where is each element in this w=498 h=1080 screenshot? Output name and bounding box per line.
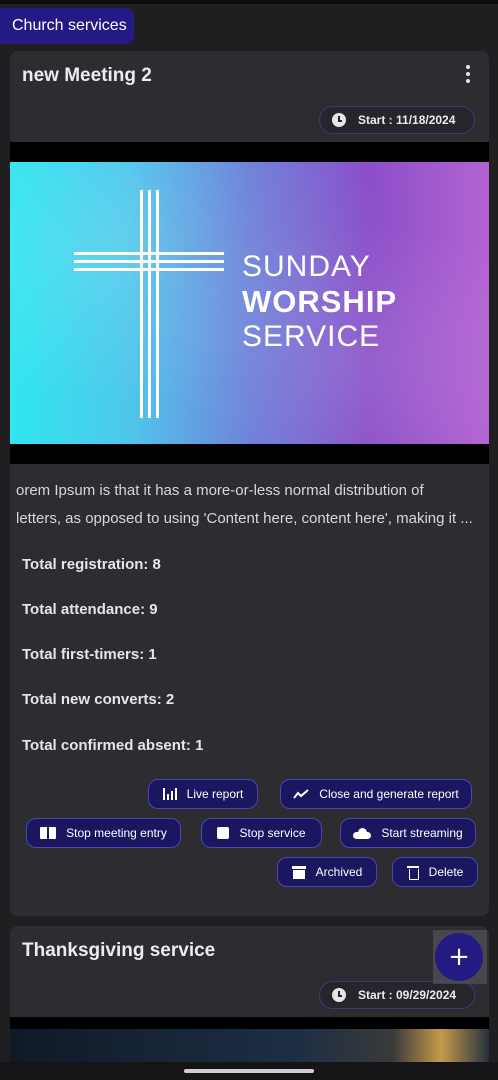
- delete-button[interactable]: Delete: [392, 857, 478, 887]
- meeting-description: orem Ipsum is that it has a more-or-less…: [16, 482, 473, 527]
- book-icon: [40, 827, 57, 839]
- start-date-label: Start : 09/29/2024: [358, 988, 457, 1002]
- cross-graphic: [148, 190, 151, 418]
- stat-attendance: Total attendance: 9: [22, 601, 158, 618]
- start-date-label: Start : 11/18/2024: [358, 113, 456, 127]
- page-title-chip[interactable]: Church services: [0, 8, 134, 44]
- bar-chart-icon: [162, 788, 177, 800]
- meeting-title: Thanksgiving service: [22, 940, 216, 961]
- clock-icon: [332, 113, 346, 127]
- trash-icon: [406, 865, 419, 880]
- banner-text-line2: WORSHIP: [242, 284, 398, 319]
- start-date-chip: Start : 11/18/2024: [319, 106, 475, 134]
- stop-service-button[interactable]: Stop service: [201, 818, 322, 848]
- more-options-icon[interactable]: [465, 65, 471, 83]
- banner-text-line1: SUNDAY: [242, 250, 371, 283]
- stat-registration: Total registration: 8: [22, 556, 161, 573]
- live-report-button[interactable]: Live report: [148, 779, 258, 809]
- meeting-banner: SUNDAY WORSHIP SERVICE: [10, 142, 489, 464]
- archive-icon: [291, 865, 306, 879]
- meeting-card[interactable]: new Meeting 2 Start : 11/18/2024 SUNDAY …: [10, 51, 489, 916]
- start-date-chip: Start : 09/29/2024: [319, 981, 475, 1009]
- meeting-card[interactable]: Thanksgiving service Start : 09/29/2024: [10, 926, 489, 1080]
- add-meeting-button[interactable]: +: [435, 933, 483, 981]
- start-streaming-button[interactable]: Start streaming: [340, 818, 476, 848]
- meeting-title: new Meeting 2: [22, 65, 152, 86]
- clock-icon: [332, 988, 346, 1002]
- system-navigation-bar: [0, 1062, 498, 1080]
- trending-icon: [293, 789, 309, 799]
- close-generate-report-button[interactable]: Close and generate report: [280, 779, 472, 809]
- cloud-icon: [353, 827, 372, 839]
- stat-first-timers: Total first-timers: 1: [22, 646, 157, 663]
- status-strip: [0, 0, 498, 4]
- banner-text-line3: SERVICE: [242, 320, 381, 353]
- stat-new-converts: Total new converts: 2: [22, 691, 175, 708]
- stop-icon: [217, 827, 230, 839]
- stat-confirmed-absent: Total confirmed absent: 1: [22, 737, 204, 754]
- gesture-handle[interactable]: [184, 1069, 314, 1073]
- stop-meeting-entry-button[interactable]: Stop meeting entry: [26, 818, 181, 848]
- banner-image: SUNDAY WORSHIP SERVICE: [10, 162, 489, 444]
- archived-button[interactable]: Archived: [277, 857, 377, 887]
